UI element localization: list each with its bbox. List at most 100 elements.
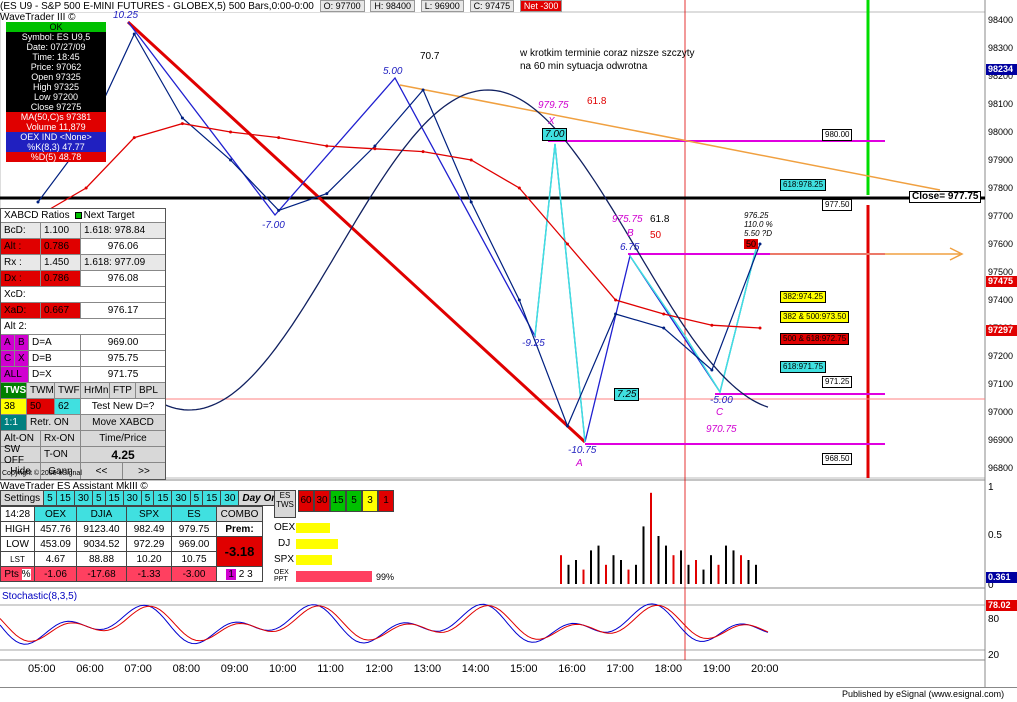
tf-6[interactable]: 30: [122, 490, 142, 506]
d-equals-b: D=B: [29, 351, 81, 366]
tf-11[interactable]: 15: [202, 490, 222, 506]
series-point-0: [180, 116, 184, 120]
btn-page-2[interactable]: 2: [239, 569, 245, 580]
bar-ppt: [296, 571, 372, 582]
time-tick: 18:00: [654, 663, 683, 675]
btn-a[interactable]: A: [1, 335, 15, 350]
btn-38[interactable]: 38: [1, 399, 27, 414]
volume-bar: [680, 550, 682, 584]
red-downtrend-line: [126, 20, 587, 444]
chart-title-bar: (ES U9 - S&P 500 E-MINI FUTURES - GLOBEX…: [0, 0, 563, 12]
info-low: Low 97200: [33, 92, 79, 102]
rtf-60[interactable]: 60: [298, 490, 314, 512]
btn-62[interactable]: 62: [55, 399, 81, 414]
tf-9[interactable]: 30: [171, 490, 191, 506]
btn-next[interactable]: >>: [123, 463, 165, 479]
btn-tws[interactable]: TWS: [1, 383, 27, 398]
price-tick: 98400: [988, 15, 1014, 25]
info-volume: Volume 11,879: [6, 122, 106, 132]
tf-5[interactable]: 15: [104, 490, 124, 506]
bar-dj: [296, 539, 338, 549]
info-date: Date: 07/27/09: [26, 42, 86, 52]
btn-1-1[interactable]: 1:1: [1, 415, 27, 430]
pct-label: %: [21, 568, 31, 580]
tf-10[interactable]: 5: [189, 490, 204, 506]
btn-bpl[interactable]: BPL: [136, 383, 165, 398]
dx-value: 0.786: [41, 271, 81, 286]
time-tick: 10:00: [269, 663, 297, 675]
stoch-k-line: [0, 603, 769, 645]
series-point-1: [710, 323, 714, 327]
btn-time-price[interactable]: Time/Price: [81, 431, 165, 446]
series-point-0: [662, 326, 666, 330]
volume-bar: [582, 569, 585, 584]
next-target-label: Next Target: [83, 210, 135, 221]
high-oex: 457.76: [34, 521, 77, 537]
btn-move-xabcd[interactable]: Move XABCD: [81, 415, 165, 430]
time-tick: 20:00: [751, 663, 779, 675]
tf-4[interactable]: 5: [91, 490, 106, 506]
btn-t-on[interactable]: T-ON: [41, 447, 81, 462]
label-975-75: 975.75: [612, 214, 643, 225]
next-target-icon: [74, 212, 82, 219]
lst-spx: 10.20: [126, 551, 172, 567]
series-point-1: [614, 298, 618, 302]
xad-target: 976.17: [107, 305, 139, 316]
xad-value: 0.667: [41, 303, 81, 318]
btn-twm[interactable]: TWM: [27, 383, 55, 398]
tf-12[interactable]: 30: [220, 490, 240, 506]
stochastic-label: Stochastic(8,3,5): [2, 591, 78, 602]
btn-x[interactable]: X: [15, 351, 29, 366]
time-tick: 06:00: [76, 663, 104, 675]
tf-7[interactable]: 5: [140, 490, 155, 506]
btn-c[interactable]: C: [1, 351, 15, 366]
btn-settings[interactable]: Settings: [0, 490, 45, 506]
tf-1[interactable]: 5: [43, 490, 57, 506]
pts-oex: -1.06: [34, 566, 77, 582]
right-timeframes: 60 30 15 5 3 1: [298, 490, 394, 512]
btn-retr-on[interactable]: Retr. ON: [27, 415, 81, 430]
label-6-75: 6.75: [620, 242, 640, 253]
volume-bar: [702, 569, 705, 584]
btn-ftp[interactable]: FTP: [110, 383, 136, 398]
btn-all[interactable]: ALL: [1, 367, 29, 382]
btn-rx-on[interactable]: Rx-ON: [41, 431, 81, 446]
btn-hrmn[interactable]: HrMn: [81, 383, 110, 398]
tf-8[interactable]: 15: [153, 490, 173, 506]
tf-3[interactable]: 30: [73, 490, 93, 506]
price-tick: 97600: [988, 239, 1014, 249]
rtf-3[interactable]: 3: [362, 490, 378, 512]
rtf-1[interactable]: 1: [378, 490, 394, 512]
btn-50[interactable]: 50: [27, 399, 55, 414]
btn-b[interactable]: B: [15, 335, 29, 350]
volume-bar: [560, 555, 562, 584]
pts-label: Pts: [4, 568, 19, 580]
label-50-box: 50: [744, 239, 759, 249]
series-point-1: [325, 144, 329, 148]
btn-page-3[interactable]: 3: [247, 569, 253, 580]
series-point-1: [180, 122, 184, 126]
cyan-pattern-2: [629, 244, 758, 394]
col-es: ES: [171, 506, 217, 522]
btn-twf[interactable]: TWF: [55, 383, 81, 398]
dx-key: Dx :: [1, 271, 41, 286]
btn-test-new[interactable]: Test New D=?: [81, 399, 165, 414]
copyright: Copyright © 2006 eSignal: [2, 470, 82, 477]
label-a: A: [576, 458, 583, 469]
volume-bar: [635, 564, 637, 584]
btn-sw-off[interactable]: SW OFF: [1, 444, 41, 466]
rtf-15[interactable]: 15: [330, 490, 346, 512]
btn-prev[interactable]: <<: [81, 463, 123, 479]
symbol-title: (ES U9 - S&P 500 E-MINI FUTURES - GLOBEX…: [0, 1, 314, 12]
tf-2[interactable]: 15: [55, 490, 75, 506]
btn-page-1[interactable]: 1: [226, 568, 236, 580]
series-point-0: [36, 200, 40, 204]
btn-combo[interactable]: COMBO: [216, 506, 263, 522]
rtf-5[interactable]: 5: [346, 490, 362, 512]
rtf-30[interactable]: 30: [314, 490, 330, 512]
btn-es-tws[interactable]: ES TWS: [274, 490, 296, 518]
label-10-25: 10.25: [113, 10, 139, 21]
net-value: Net -300: [519, 0, 563, 12]
series-point-0: [421, 88, 425, 92]
d-equals-b-value: 975.75: [107, 353, 139, 364]
